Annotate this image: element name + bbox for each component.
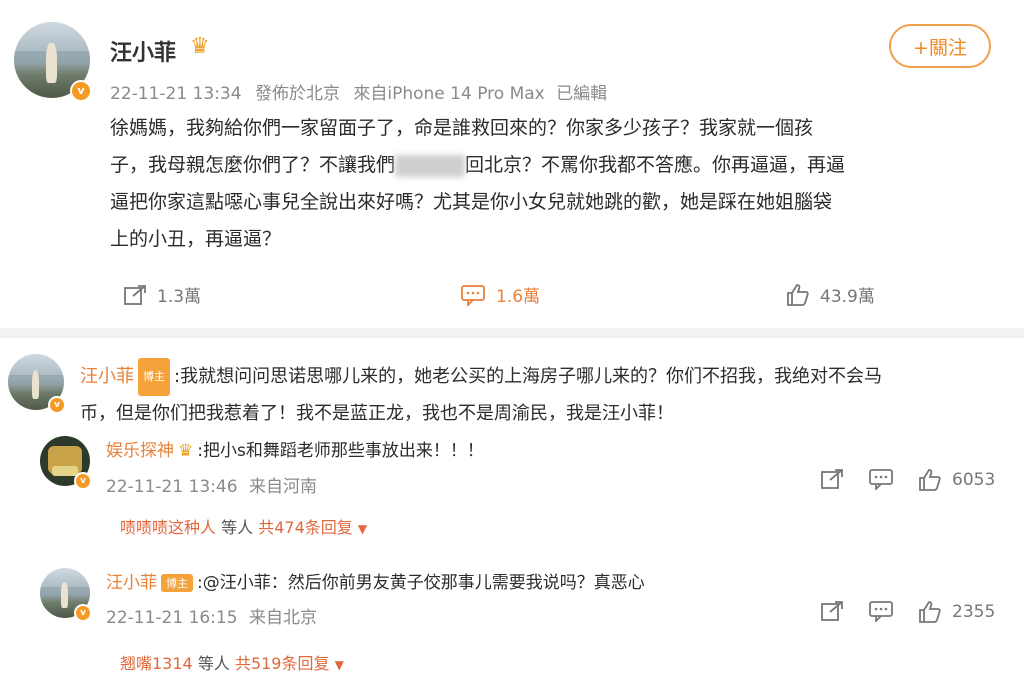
comment-author[interactable]: 汪小菲 (80, 366, 134, 387)
reply-line: 娱乐探神 ♛:把小s和舞蹈老师那些事放出来！！！ (106, 436, 484, 461)
post-line: 上的小丑，再逼逼？ (110, 228, 282, 250)
reply-meta: 22-11-21 13:46 来自河南 (106, 472, 317, 497)
author-tag: 博主 (161, 574, 193, 592)
chevron-down-icon[interactable]: ▼ (335, 658, 344, 672)
share-icon[interactable] (820, 468, 844, 490)
replier-suffix: 等人 (197, 654, 230, 673)
reply-meta: 22-11-21 16:15 来自北京 (106, 603, 317, 628)
reply-line: 汪小菲 博主:@汪小菲：然后你前男友黄子佼那事儿需要我说吗？真恶心 (106, 568, 645, 593)
reply-like-count: 6053 (952, 470, 996, 490)
reply-timestamp: 22-11-21 16:15 (106, 608, 238, 628)
post-line-part: 回北京？不罵你我都不答應。你再逼逼，再逼 (465, 154, 846, 176)
follow-button[interactable]: +關注 (889, 24, 991, 68)
replier-name[interactable]: 翘嘴1314 (120, 654, 193, 673)
post-location: 發佈於北京 (254, 84, 340, 104)
replier-name[interactable]: 啧啧啧这种人 (120, 518, 216, 537)
share-icon[interactable] (820, 600, 844, 622)
reply-location: 来自北京 (248, 608, 317, 628)
like-count: 43.9萬 (820, 287, 875, 307)
share-icon (124, 284, 146, 305)
comment-icon (461, 284, 485, 306)
reply-count[interactable]: 共519条回复 (235, 654, 330, 673)
reply-like-count: 2355 (952, 602, 996, 622)
crown-icon: ♛ (178, 441, 194, 461)
chevron-down-icon[interactable]: ▼ (358, 522, 367, 536)
reply-summary[interactable]: 翘嘴1314 等人 共519条回复 ▼ (120, 650, 344, 674)
like-icon (919, 601, 941, 623)
comment-text: :我就想问问思诺思哪儿来的，她老公买的上海房子哪儿来的？你们不招我，我绝对不会马 (174, 366, 883, 387)
reply-text: :@汪小菲：然后你前男友黄子佼那事儿需要我说吗？真恶心 (197, 573, 645, 593)
comment-line: 汪小菲 博主:我就想问问思诺思哪儿来的，她老公买的上海房子哪儿来的？你们不招我，我… (80, 358, 1010, 396)
author-tag: 博主 (138, 358, 170, 396)
comment-icon[interactable] (868, 468, 894, 490)
reply-count[interactable]: 共474条回复 (258, 518, 353, 537)
reply-author[interactable]: 汪小菲 (106, 573, 157, 593)
reply-like-button[interactable]: 2355 (918, 600, 995, 624)
reply-author[interactable]: 娱乐探神 (106, 441, 174, 461)
post-device: 來自iPhone 14 Pro Max (353, 84, 545, 104)
replier-suffix: 等人 (221, 518, 254, 537)
reply-timestamp: 22-11-21 13:46 (106, 477, 238, 497)
post-line-part: 子，我母親怎麼你們了？不讓我們 (110, 154, 396, 176)
comment-line: 币，但是你们把我惹着了！我不是蓝正龙，我也不是周渝民，我是汪小菲！ (80, 403, 674, 424)
reply-like-button[interactable]: 6053 (918, 468, 995, 492)
reply-summary[interactable]: 啧啧啧这种人 等人 共474条回复 ▼ (120, 514, 367, 538)
post-edited: 已編輯 (556, 84, 608, 104)
comment-count: 1.6萬 (496, 287, 541, 307)
post-author-name[interactable]: 汪小菲 (110, 35, 176, 67)
redacted-blur (395, 154, 466, 177)
verified-badge-icon: v (74, 472, 92, 490)
comment-button[interactable]: 1.6萬 (460, 282, 540, 307)
post-body: 徐媽媽，我夠給你們一家留面子了，命是誰救回來的？你家多少孩子？我家就一個孩 子，… (110, 110, 990, 258)
post-line: 逼把你家這點噁心事兒全說出來好嗎？尤其是你小女兒就她跳的歡，她是踩在她姐腦袋 (110, 191, 833, 213)
reply-text: :把小s和舞蹈老师那些事放出来！！！ (197, 441, 484, 461)
verified-badge-icon: v (48, 396, 66, 414)
like-icon (787, 283, 809, 306)
post-meta: 22-11-21 13:34 發佈於北京 來自iPhone 14 Pro Max… (110, 79, 607, 104)
comment-body: 汪小菲 博主:我就想问问思诺思哪儿来的，她老公买的上海房子哪儿来的？你们不招我，我… (80, 358, 1010, 432)
post-line: 徐媽媽，我夠給你們一家留面子了，命是誰救回來的？你家多少孩子？我家就一個孩 (110, 117, 814, 139)
share-button[interactable]: 1.3萬 (123, 282, 201, 307)
verified-badge-icon: v (74, 604, 92, 622)
like-icon (919, 469, 941, 491)
like-button[interactable]: 43.9萬 (786, 282, 875, 307)
post-line: 子，我母親怎麼你們了？不讓我們 回北京？不罵你我都不答應。你再逼逼，再逼 (110, 147, 990, 184)
section-divider (0, 328, 1024, 338)
reply-location: 来自河南 (248, 477, 317, 497)
share-count: 1.3萬 (157, 287, 202, 307)
post-timestamp: 22-11-21 13:34 (110, 84, 242, 104)
comment-icon[interactable] (868, 600, 894, 622)
verified-badge-icon: v (70, 80, 92, 102)
crown-icon: ♛ (190, 34, 210, 59)
